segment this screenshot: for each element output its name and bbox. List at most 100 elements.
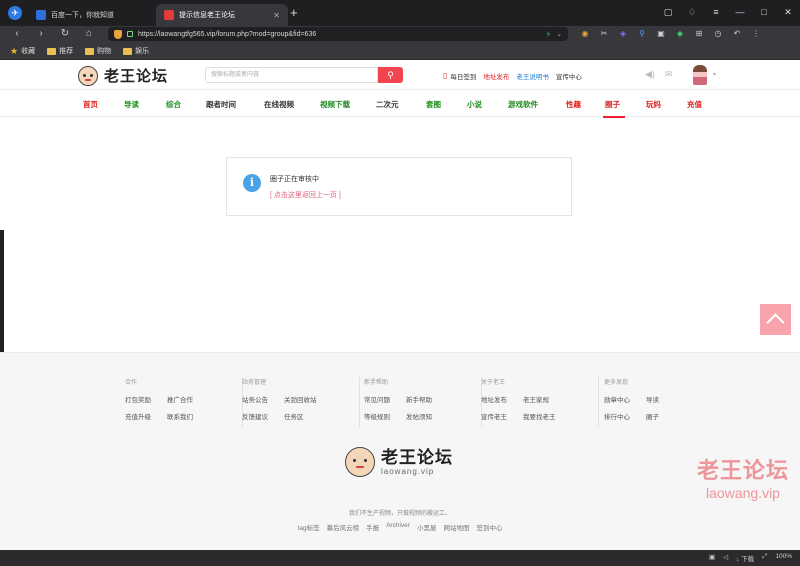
bookmark-folder-entertainment[interactable]: 娱乐	[123, 46, 149, 56]
maximize-icon[interactable]: □	[752, 0, 776, 24]
mail-icon[interactable]: ✉	[665, 69, 673, 80]
nav-item-0[interactable]: 首页	[83, 99, 98, 110]
image-icon[interactable]: ▣	[709, 553, 715, 563]
nav-item-4[interactable]: 在线视频	[264, 99, 294, 110]
footer-link[interactable]: 导读	[646, 394, 688, 404]
footer-link[interactable]: 老王家规	[523, 394, 565, 404]
apps-grid-icon[interactable]: ⊞	[692, 27, 706, 41]
tab-title: 百度一下，你就知道	[51, 12, 114, 19]
undo-icon[interactable]: ↶	[730, 27, 744, 41]
back-link[interactable]: [ 点击这里返回上一页 ]	[270, 190, 341, 200]
footer-link[interactable]: 发帖须知	[406, 411, 448, 421]
search-tool-icon[interactable]: ⚲	[635, 27, 649, 41]
download-label: 下载	[741, 556, 755, 563]
footer-link[interactable]: 反馈建议	[242, 411, 284, 421]
footer-link[interactable]: 推广合作	[167, 394, 209, 404]
nav-item-2[interactable]: 综合	[166, 99, 181, 110]
browser-logo-icon[interactable]: ✈	[8, 6, 22, 20]
footer-link[interactable]: 等级规则	[364, 411, 406, 421]
avatar[interactable]	[693, 65, 707, 85]
footer-bottom-link[interactable]: 网站地图	[443, 522, 469, 532]
footer-link[interactable]: 宣传老王	[481, 411, 523, 421]
header-link-promo[interactable]: 宣传中心	[556, 71, 582, 81]
mute-icon[interactable]: ◁	[723, 553, 728, 563]
footer-bottom-link[interactable]: 小黑屋	[417, 522, 437, 532]
lightning-icon[interactable]: ⚡	[546, 30, 552, 39]
translate-icon[interactable]: ◈	[616, 27, 630, 41]
tab-count-icon[interactable]: ▢	[656, 0, 680, 24]
footer-link[interactable]: 联系我们	[167, 411, 209, 421]
bookmark-favorites[interactable]: ★ 收藏	[10, 46, 35, 57]
footer-column-0: 合作 打包奖励 推广合作 充值升级 联系我们	[125, 377, 243, 427]
tab-bar: ✈ 百度一下，你就知道 提示信息老王论坛 ✕ + ▢ ♢ ≡ — □ ✕	[0, 0, 800, 26]
chevron-down-icon[interactable]: ▾	[713, 71, 716, 78]
search-button[interactable]: ⚲	[378, 67, 403, 83]
reload-icon[interactable]: ↻	[58, 27, 72, 41]
footer-link[interactable]: 我要找老王	[523, 411, 565, 421]
nav-item-12[interactable]: 玩妈	[646, 99, 661, 110]
speaker-icon[interactable]: ◀)	[645, 69, 655, 80]
footer-link[interactable]: 常见问题	[364, 394, 406, 404]
nav-item-7[interactable]: 套图	[426, 99, 441, 110]
more-icon[interactable]: ⋮	[749, 27, 763, 41]
footer-bottom-link[interactable]: Archiver	[386, 522, 410, 532]
footer-link[interactable]: 关劲回收站	[284, 394, 326, 404]
close-tab-icon[interactable]: ✕	[273, 11, 280, 20]
zoom-level[interactable]: 100%	[775, 553, 792, 563]
back-arrow-icon[interactable]: ‹	[10, 27, 24, 41]
sidebar-grip[interactable]	[0, 230, 4, 360]
minimize-icon[interactable]: —	[728, 0, 752, 24]
footer-link[interactable]: 站务公告	[242, 394, 284, 404]
bookmark-folder-shopping[interactable]: 购物	[85, 46, 111, 56]
bookmark-folder-recommend[interactable]: 推荐	[47, 46, 73, 56]
header-link-checkin[interactable]: 每日签到	[450, 71, 476, 81]
forward-arrow-icon[interactable]: ›	[34, 27, 48, 41]
nav-item-13[interactable]: 充值	[687, 99, 702, 110]
url-input[interactable]: https://laowangtfg565.vip/forum.php?mod=…	[108, 27, 568, 41]
footer-bottom-link[interactable]: 手报	[366, 522, 379, 532]
footer-link[interactable]: 排行中心	[604, 411, 646, 421]
nav-item-6[interactable]: 二次元	[376, 99, 399, 110]
chevron-down-icon[interactable]: ⌄	[556, 30, 562, 38]
footer-bottom-link[interactable]: 幕后风云榜	[327, 522, 360, 532]
footer-link[interactable]: 充值升级	[125, 411, 167, 421]
nav-item-10[interactable]: 性趣	[566, 99, 581, 110]
history-icon[interactable]: ◷	[711, 27, 725, 41]
nav-item-1[interactable]: 导读	[124, 99, 139, 110]
footer-link[interactable]: 地址发布	[481, 394, 523, 404]
header-link-address[interactable]: 地址发布	[483, 71, 509, 81]
search-input[interactable]: 搜索标题或者内容	[205, 67, 378, 83]
footer-bottom-link[interactable]: 签到中心	[476, 522, 502, 532]
security-icon[interactable]: ◆	[673, 27, 687, 41]
close-window-icon[interactable]: ✕	[776, 0, 800, 24]
nav-item-11[interactable]: 圈子	[605, 99, 620, 110]
home-icon[interactable]: ⌂	[82, 27, 96, 41]
footer-link[interactable]: 任务区	[284, 411, 326, 421]
status-bar: ▣ ◁ ↓ 下载 ⤢ 100%	[0, 550, 800, 566]
header-link-manual[interactable]: 老王说明书	[516, 71, 549, 81]
nav-item-9[interactable]: 游戏软件	[508, 99, 538, 110]
back-to-top-button[interactable]	[760, 304, 791, 335]
tab-baidu[interactable]: 百度一下，你就知道	[28, 4, 150, 26]
shirt-icon[interactable]: ♢	[680, 0, 704, 24]
footer-bottom-link[interactable]: tag标签	[298, 522, 320, 532]
adblock-icon[interactable]: ▣	[654, 27, 668, 41]
footer-logo[interactable]: 老王论坛 laowang.vip	[345, 447, 453, 477]
header-links: ▯ 每日签到 地址发布 老王说明书 宣传中心	[443, 71, 582, 81]
lock-icon	[127, 31, 133, 37]
footer-link[interactable]: 打包奖励	[125, 394, 167, 404]
nav-item-3[interactable]: 跟者时间	[206, 99, 236, 110]
download-button[interactable]: ↓ 下载	[736, 553, 754, 563]
site-logo[interactable]: 老王论坛	[78, 65, 168, 86]
footer-link[interactable]: 新手帮助	[406, 394, 448, 404]
expand-icon[interactable]: ⤢	[762, 553, 767, 563]
extension-icon[interactable]: ◉	[578, 27, 592, 41]
tab-laowang[interactable]: 提示信息老王论坛 ✕	[156, 4, 288, 26]
footer-link[interactable]: 勋章中心	[604, 394, 646, 404]
nav-item-5[interactable]: 视频下载	[320, 99, 350, 110]
menu-icon[interactable]: ≡	[704, 0, 728, 24]
footer-link[interactable]: 圈子	[646, 411, 688, 421]
scissors-icon[interactable]: ✂	[597, 27, 611, 41]
nav-item-8[interactable]: 小说	[467, 99, 482, 110]
new-tab-button[interactable]: +	[290, 5, 298, 20]
